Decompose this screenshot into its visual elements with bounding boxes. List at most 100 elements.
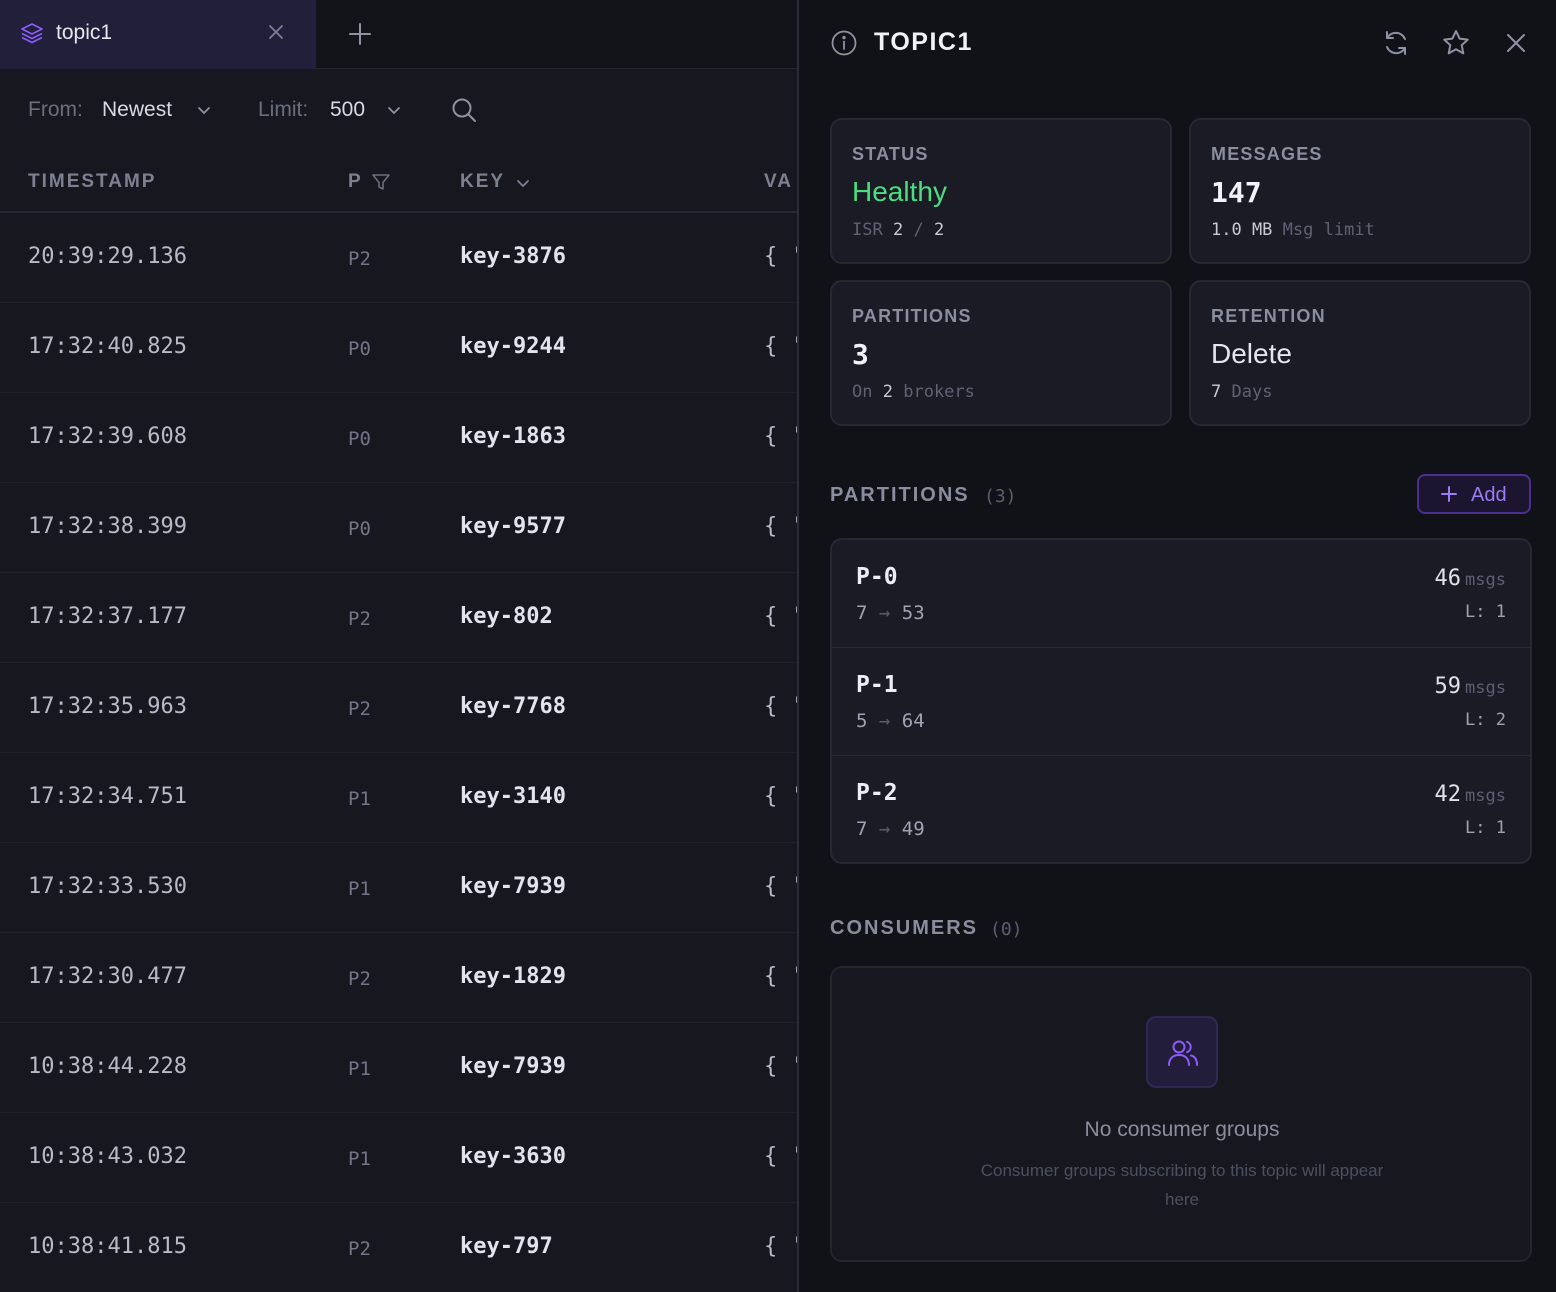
partition-list: P-0 7 → 53 46 msgs L: 1 P-1 5 → 64 59 msgs… — [830, 538, 1532, 864]
status-value: Healthy — [852, 176, 947, 207]
table-header: TIMESTAMP P KEY VA — [0, 150, 797, 213]
retention-value: Delete — [1211, 338, 1292, 369]
refresh-icon[interactable] — [1381, 28, 1411, 58]
offset-range: 7 → 53 — [856, 602, 925, 624]
value-cell: { ' — [764, 1144, 797, 1169]
column-timestamp[interactable]: TIMESTAMP — [28, 171, 156, 193]
partition-cell: P0 — [348, 518, 371, 540]
timestamp-cell: 17:32:35.963 — [28, 694, 187, 719]
partition-msgs: 42 msgs — [1434, 782, 1506, 807]
value-cell: { ' — [764, 424, 797, 449]
partitions-value: 3 — [852, 338, 869, 371]
value-cell: { ' — [764, 604, 797, 629]
column-partition[interactable]: P — [348, 171, 363, 193]
partition-row[interactable]: P-1 5 → 64 59 msgs L: 2 — [832, 648, 1530, 756]
partition-cell: P2 — [348, 608, 371, 630]
tab-label: topic1 — [56, 21, 113, 44]
table-row[interactable]: 17:32:35.963 P2 key-7768 { ' — [0, 663, 797, 753]
consumers-section-title: CONSUMERS — [830, 917, 979, 939]
tab-topic1[interactable]: topic1 — [0, 0, 316, 69]
partition-msgs: 59 msgs — [1434, 674, 1506, 699]
search-icon[interactable] — [450, 96, 478, 124]
table-row[interactable]: 10:38:43.032 P1 key-3630 { ' — [0, 1113, 797, 1203]
chevron-down-icon[interactable] — [515, 175, 531, 191]
table-row[interactable]: 17:32:33.530 P1 key-7939 { ' — [0, 843, 797, 933]
from-label: From: — [28, 98, 83, 121]
key-cell: key-9244 — [460, 334, 566, 359]
chevron-down-icon[interactable] — [386, 102, 402, 118]
value-cell: { ' — [764, 784, 797, 809]
partitions-card: PARTITIONS 3 On 2 brokers — [830, 280, 1172, 426]
partition-cell: P0 — [348, 428, 371, 450]
info-icon — [831, 30, 857, 56]
table-row[interactable]: 10:38:44.228 P1 key-7939 { ' — [0, 1023, 797, 1113]
value-cell: { ' — [764, 334, 797, 359]
timestamp-cell: 17:32:33.530 — [28, 874, 187, 899]
plus-icon — [1441, 486, 1457, 502]
close-tab-icon[interactable] — [266, 22, 286, 42]
value-cell: { ' — [764, 1054, 797, 1079]
partition-name: P-1 — [856, 672, 898, 698]
table-row[interactable]: 17:32:37.177 P2 key-802 { ' — [0, 573, 797, 663]
value-cell: { ' — [764, 244, 797, 269]
partitions-label: PARTITIONS — [852, 306, 972, 326]
column-value[interactable]: VA — [764, 171, 793, 193]
key-cell: key-7768 — [460, 694, 566, 719]
status-card: STATUS Healthy ISR 2 / 2 — [830, 118, 1172, 264]
table-row[interactable]: 17:32:30.477 P2 key-1829 { ' — [0, 933, 797, 1023]
messages-pane: topic1 From: Newest Limit: 500 TIMESTAMP… — [0, 0, 797, 1292]
chevron-down-icon[interactable] — [196, 102, 212, 118]
offset-range: 5 → 64 — [856, 710, 925, 732]
partition-row[interactable]: P-0 7 → 53 46 msgs L: 1 — [832, 540, 1530, 648]
partition-leader: L: 1 — [1465, 818, 1506, 838]
add-tab-icon[interactable] — [346, 20, 374, 48]
table-row[interactable]: 17:32:34.751 P1 key-3140 { ' — [0, 753, 797, 843]
add-partition-button[interactable]: Add — [1417, 474, 1531, 514]
partitions-section-title: PARTITIONS — [830, 484, 970, 506]
retention-label: RETENTION — [1211, 306, 1326, 326]
timestamp-cell: 17:32:38.399 — [28, 514, 187, 539]
consumers-count: (0) — [990, 919, 1023, 940]
messages-label: MESSAGES — [1211, 144, 1323, 164]
timestamp-cell: 17:32:34.751 — [28, 784, 187, 809]
partition-name: P-0 — [856, 564, 898, 590]
messages-table: 20:39:29.136 P2 key-3876 { ' 17:32:40.82… — [0, 213, 797, 1292]
table-row[interactable]: 17:32:40.825 P0 key-9244 { ' — [0, 303, 797, 393]
users-icon — [1168, 1040, 1198, 1066]
key-cell: key-7939 — [460, 1054, 566, 1079]
table-row[interactable]: 17:32:39.608 P0 key-1863 { ' — [0, 393, 797, 483]
partition-cell: P1 — [348, 1058, 371, 1080]
from-select[interactable]: Newest — [102, 98, 172, 122]
table-row[interactable]: 17:32:38.399 P0 key-9577 { ' — [0, 483, 797, 573]
close-icon[interactable] — [1501, 28, 1531, 58]
consumers-empty-state: No consumer groups Consumer groups subsc… — [830, 966, 1532, 1262]
topic-details-panel: TOPIC1 STATUS Healthy ISR 2 / 2 MESSAGES… — [799, 0, 1556, 1292]
add-button-label: Add — [1471, 484, 1507, 506]
timestamp-cell: 20:39:29.136 — [28, 244, 187, 269]
partition-row[interactable]: P-2 7 → 49 42 msgs L: 1 — [832, 756, 1530, 862]
value-cell: { ' — [764, 874, 797, 899]
value-cell: { ' — [764, 1234, 797, 1259]
partition-cell: P1 — [348, 878, 371, 900]
isr-info: ISR 2 / 2 — [852, 220, 945, 240]
retention-card: RETENTION Delete 7 Days — [1189, 280, 1531, 426]
filter-bar: From: Newest Limit: 500 — [0, 70, 797, 150]
table-row[interactable]: 20:39:29.136 P2 key-3876 { ' — [0, 213, 797, 303]
partition-name: P-2 — [856, 780, 898, 806]
star-icon[interactable] — [1441, 28, 1471, 58]
timestamp-cell: 10:38:43.032 — [28, 1144, 187, 1169]
tab-bar: topic1 — [0, 0, 797, 69]
timestamp-cell: 17:32:30.477 — [28, 964, 187, 989]
limit-select[interactable]: 500 — [330, 98, 365, 122]
key-cell: key-3140 — [460, 784, 566, 809]
timestamp-cell: 10:38:41.815 — [28, 1234, 187, 1259]
key-cell: key-802 — [460, 604, 553, 629]
filter-icon[interactable] — [371, 172, 391, 192]
key-cell: key-1829 — [460, 964, 566, 989]
column-key[interactable]: KEY — [460, 171, 505, 193]
partition-cell: P2 — [348, 968, 371, 990]
key-cell: key-3630 — [460, 1144, 566, 1169]
partition-cell: P1 — [348, 1148, 371, 1170]
table-row[interactable]: 10:38:41.815 P2 key-797 { ' — [0, 1203, 797, 1292]
msg-limit-info: 1.0 MB Msg limit — [1211, 220, 1375, 240]
